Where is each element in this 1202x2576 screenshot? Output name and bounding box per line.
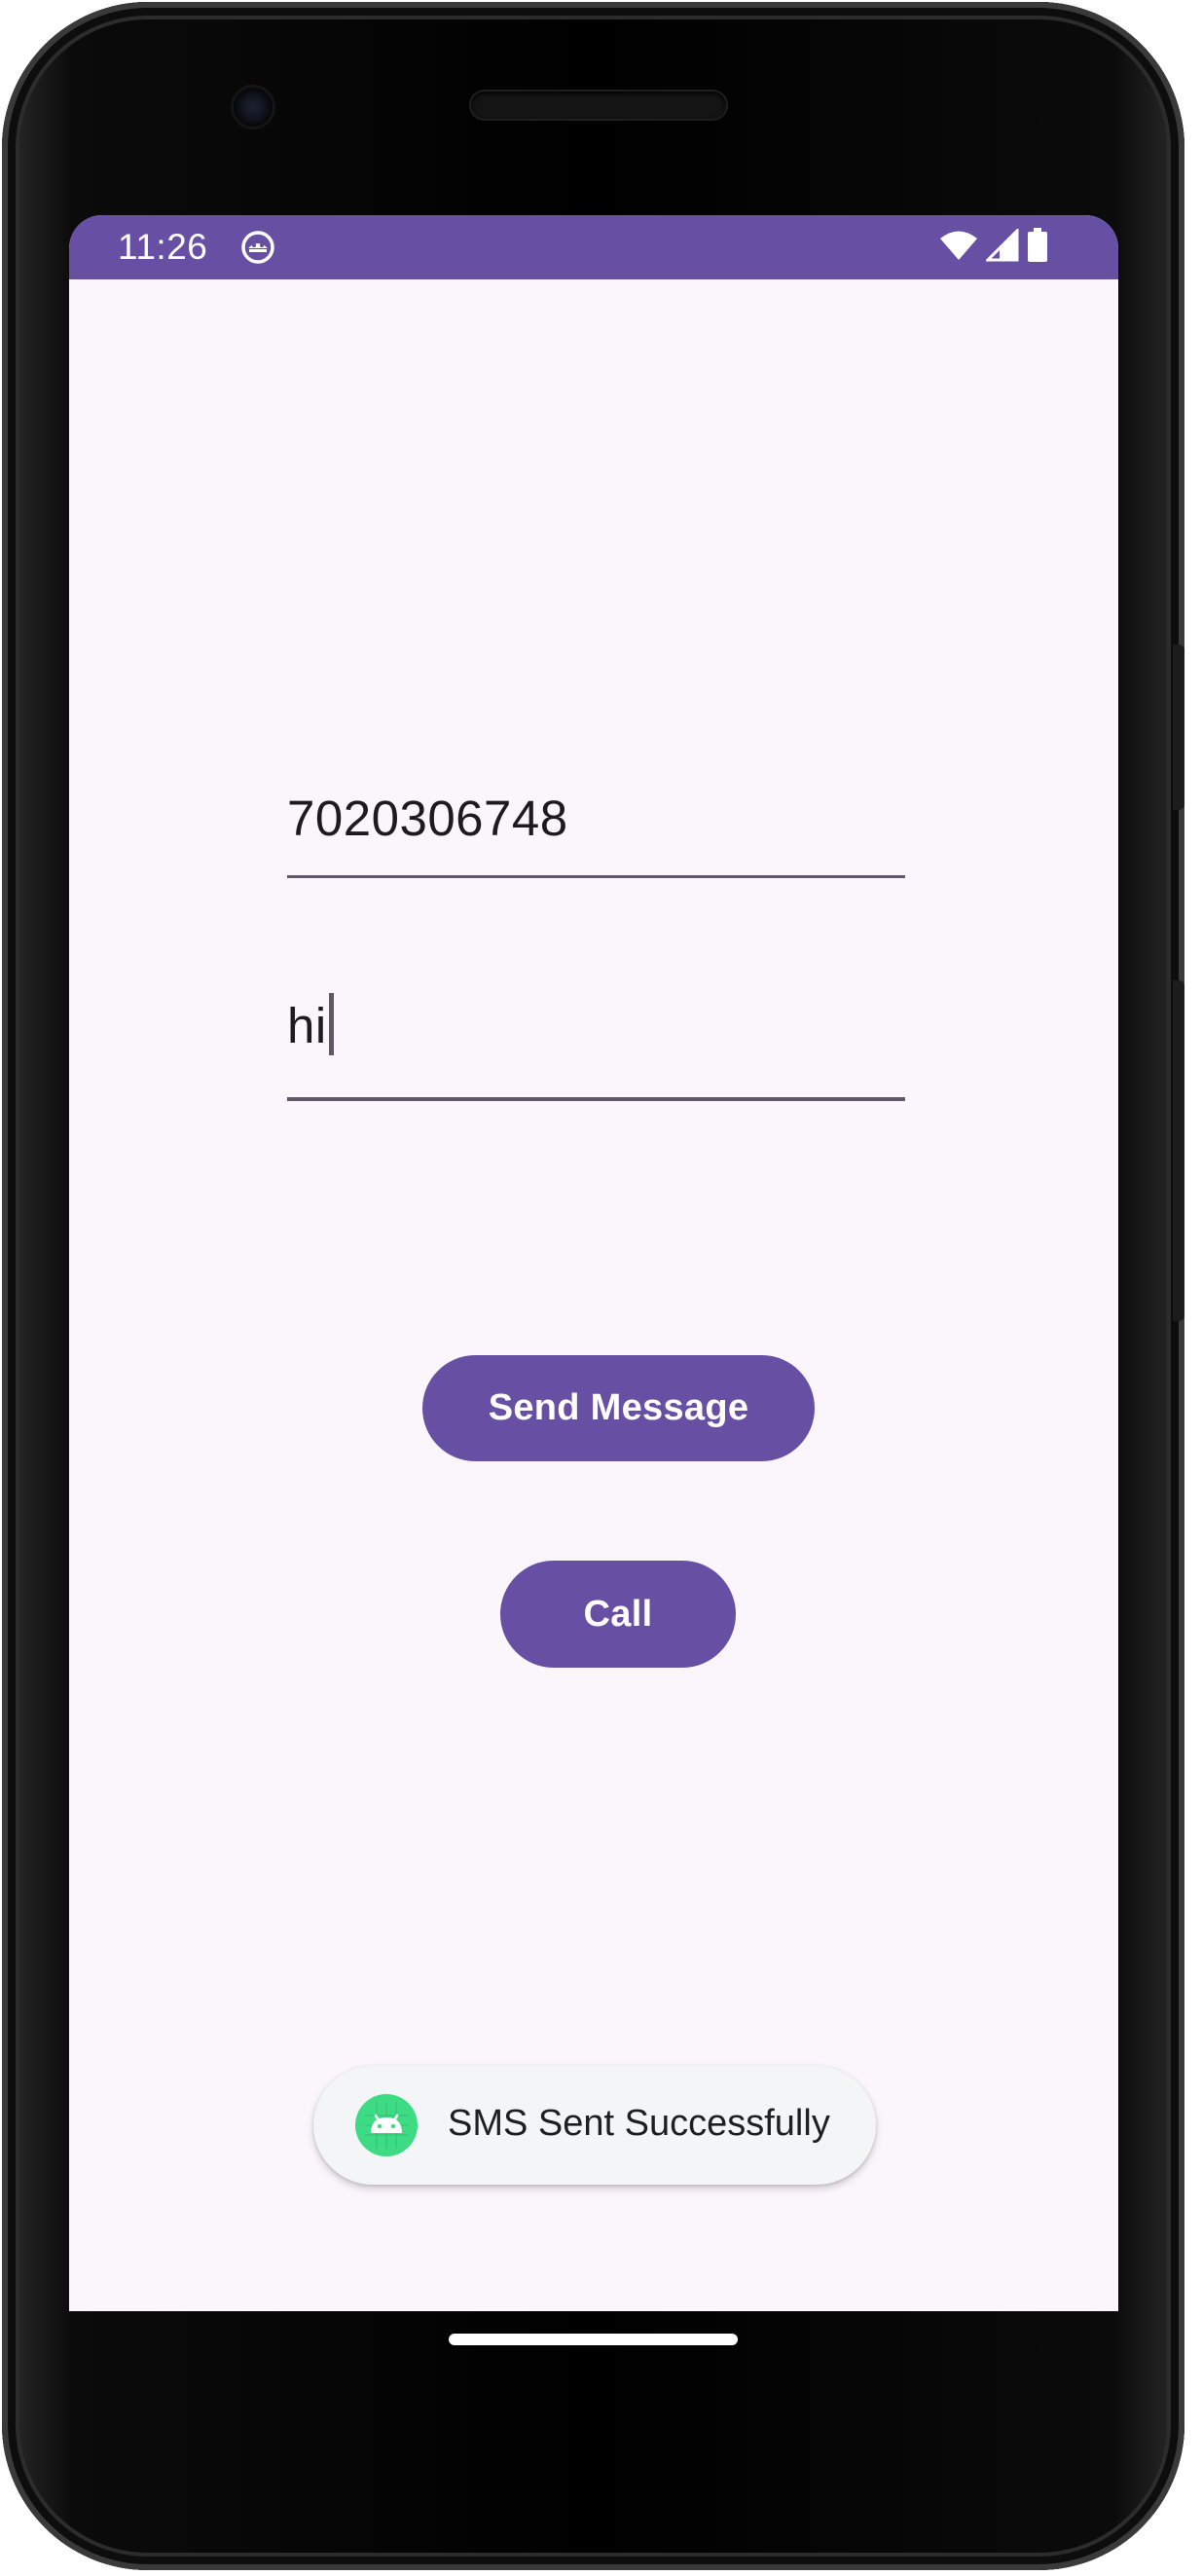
- app-screen: 11:26 7020306748 hi Send Message Call SM…: [69, 215, 1118, 2311]
- phone-number-field[interactable]: 7020306748: [287, 760, 905, 878]
- message-value-wrap: hi: [287, 992, 334, 1061]
- message-field[interactable]: hi: [287, 975, 905, 1101]
- battery-icon: [1027, 227, 1048, 268]
- toast-message: SMS Sent Successfully: [448, 2103, 830, 2144]
- front-camera: [234, 88, 273, 127]
- text-cursor: [328, 992, 334, 1055]
- power-button: [1173, 644, 1184, 810]
- send-message-label: Send Message: [488, 1387, 749, 1428]
- wifi-icon: [939, 230, 978, 266]
- call-button[interactable]: Call: [500, 1561, 736, 1668]
- message-value: hi: [287, 998, 327, 1053]
- android-debug-icon: [240, 230, 275, 265]
- status-icons: [939, 226, 1048, 268]
- home-gesture-bar[interactable]: [449, 2334, 738, 2345]
- send-message-button[interactable]: Send Message: [422, 1355, 815, 1461]
- phone-number-value: 7020306748: [287, 791, 568, 846]
- volume-button: [1173, 980, 1184, 1321]
- android-icon: [355, 2094, 418, 2156]
- earpiece-speaker: [471, 92, 726, 119]
- cellular-signal-icon: [984, 226, 1019, 267]
- phone-frame: 11:26 7020306748 hi Send Message Call SM…: [2, 2, 1184, 2570]
- status-time: 11:26: [118, 227, 208, 267]
- toast-notification: SMS Sent Successfully: [313, 2066, 876, 2185]
- call-label: Call: [583, 1593, 653, 1635]
- status-bar: 11:26: [69, 215, 1118, 279]
